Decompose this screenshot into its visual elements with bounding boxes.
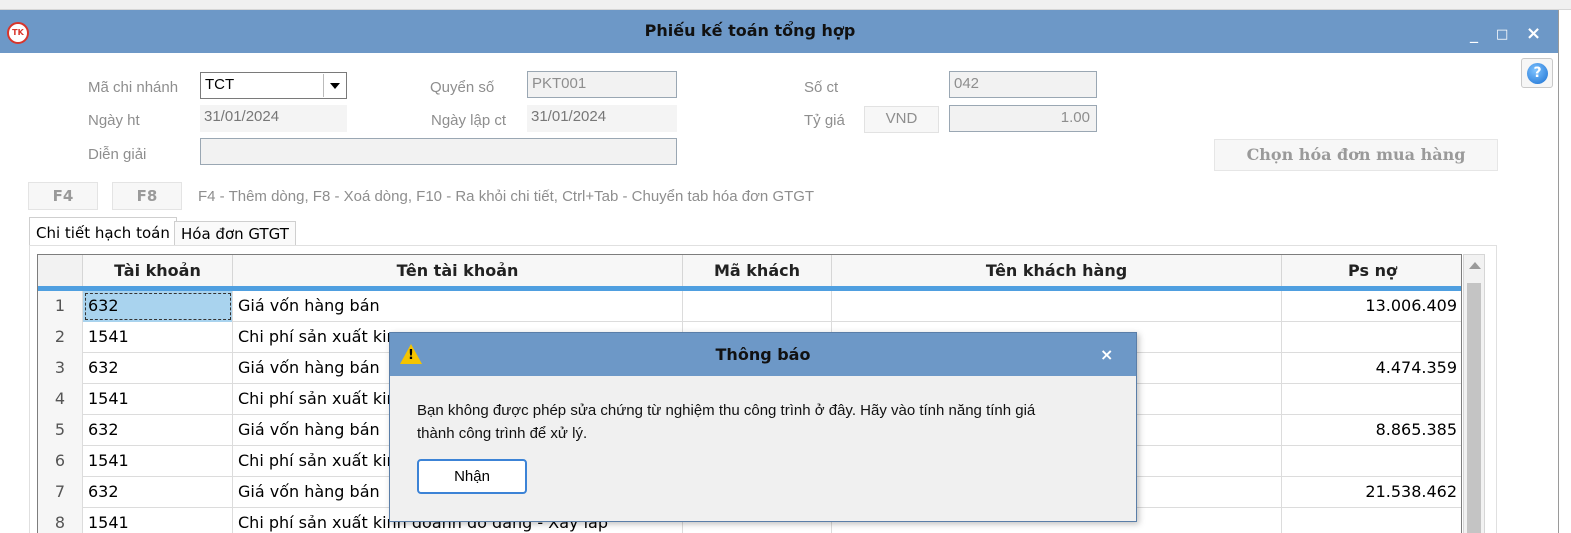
tab-vat-invoice[interactable]: Hóa đơn GTGT — [174, 221, 296, 246]
shortcut-hint: F4 - Thêm dòng, F8 - Xoá dòng, F10 - Ra … — [198, 188, 815, 205]
dialog-close-icon[interactable]: × — [1100, 345, 1113, 364]
account-cell[interactable]: 632 — [83, 291, 233, 322]
currency-field[interactable]: VND — [864, 106, 939, 133]
row-number: 5 — [38, 415, 83, 446]
customer-name-cell[interactable] — [832, 291, 1282, 322]
posting-date-field[interactable]: 31/01/2024 — [200, 105, 347, 132]
row-number: 7 — [38, 477, 83, 508]
column-header-customer-name[interactable]: Tên khách hàng — [832, 255, 1282, 286]
debit-cell[interactable] — [1282, 508, 1461, 533]
close-icon[interactable]: × — [1526, 23, 1541, 44]
help-button[interactable]: ? — [1521, 58, 1553, 88]
window-title: Phiếu kế toán tổng hợp — [644, 21, 856, 40]
branch-label: Mã chi nhánh — [88, 79, 179, 96]
row-number: 3 — [38, 353, 83, 384]
app-root: TK Phiếu kế toán tổng hợp _ □ × Mã chi n… — [0, 0, 1571, 533]
column-header-debit[interactable]: Ps nợ — [1282, 255, 1461, 286]
account-cell[interactable]: 1541 — [83, 508, 233, 533]
dialog-message-line-2: thành công trình để xử lý. — [417, 425, 588, 442]
row-number: 4 — [38, 384, 83, 415]
table-row[interactable]: 1 632 Giá vốn hàng bán 13.006.409 — [38, 291, 1461, 322]
row-number: 1 — [38, 291, 83, 322]
window-titlebar: TK Phiếu kế toán tổng hợp _ □ × — [0, 10, 1558, 53]
row-number-header — [38, 255, 83, 286]
debit-cell[interactable] — [1282, 322, 1461, 353]
top-strip — [0, 0, 1571, 10]
book-label: Quyển số — [430, 79, 495, 96]
row-number: 6 — [38, 446, 83, 477]
scroll-up-icon[interactable] — [1469, 262, 1481, 269]
ok-button[interactable]: Nhận — [417, 459, 527, 494]
branch-value: TCT — [205, 76, 235, 93]
doc-date-label: Ngày lập ct — [431, 112, 507, 129]
notification-dialog: ! Thông báo × Bạn không được phép sửa ch… — [389, 332, 1137, 522]
column-header-account-name[interactable]: Tên tài khoản — [233, 255, 683, 286]
f8-button[interactable]: F8 — [112, 182, 182, 210]
customer-code-cell[interactable] — [683, 291, 832, 322]
rate-field[interactable]: 1.00 — [949, 105, 1097, 132]
chevron-down-icon[interactable] — [323, 74, 345, 97]
debit-cell[interactable] — [1282, 446, 1461, 477]
maximize-icon[interactable]: □ — [1496, 27, 1508, 42]
doc-no-label: Số ct — [804, 79, 839, 96]
doc-no-field[interactable]: 042 — [949, 71, 1097, 98]
debit-cell[interactable]: 21.538.462 — [1282, 477, 1461, 508]
description-label: Diễn giải — [88, 146, 147, 163]
scrollbar-thumb[interactable] — [1467, 283, 1481, 533]
account-name-cell[interactable]: Giá vốn hàng bán — [233, 291, 683, 322]
dialog-message-line-1: Bạn không được phép sửa chứng từ nghiệm … — [417, 402, 1036, 419]
grid-header: Tài khoản Tên tài khoản Mã khách Tên khá… — [38, 255, 1461, 291]
window-edge — [1558, 10, 1571, 533]
book-field[interactable]: PKT001 — [527, 71, 677, 98]
account-cell[interactable]: 632 — [83, 477, 233, 508]
dialog-title: Thông báo — [715, 345, 811, 364]
debit-cell[interactable] — [1282, 384, 1461, 415]
branch-select[interactable]: TCT — [200, 72, 347, 99]
dialog-titlebar: ! Thông báo × — [390, 333, 1136, 376]
account-cell[interactable]: 1541 — [83, 384, 233, 415]
account-cell[interactable]: 632 — [83, 415, 233, 446]
debit-cell[interactable]: 8.865.385 — [1282, 415, 1461, 446]
debit-cell[interactable]: 13.006.409 — [1282, 291, 1461, 322]
account-cell[interactable]: 1541 — [83, 446, 233, 477]
column-header-customer-code[interactable]: Mã khách — [683, 255, 832, 286]
description-field[interactable] — [200, 138, 677, 165]
column-header-account[interactable]: Tài khoản — [83, 255, 233, 286]
row-number: 8 — [38, 508, 83, 533]
account-cell[interactable]: 632 — [83, 353, 233, 384]
grid-scrollbar[interactable] — [1463, 254, 1485, 533]
f4-button[interactable]: F4 — [28, 182, 98, 210]
help-icon: ? — [1527, 63, 1548, 84]
row-number: 2 — [38, 322, 83, 353]
rate-label: Tỷ giá — [804, 112, 845, 129]
minimize-icon[interactable]: _ — [1470, 24, 1478, 43]
tab-accounting-detail[interactable]: Chi tiết hạch toán — [29, 217, 177, 246]
debit-cell[interactable]: 4.474.359 — [1282, 353, 1461, 384]
doc-date-field[interactable]: 31/01/2024 — [527, 105, 677, 132]
posting-date-label: Ngày ht — [88, 112, 140, 129]
select-invoice-button[interactable]: Chọn hóa đơn mua hàng — [1214, 139, 1498, 171]
account-cell[interactable]: 1541 — [83, 322, 233, 353]
dialog-message: Bạn không được phép sửa chứng từ nghiệm … — [417, 399, 1097, 445]
